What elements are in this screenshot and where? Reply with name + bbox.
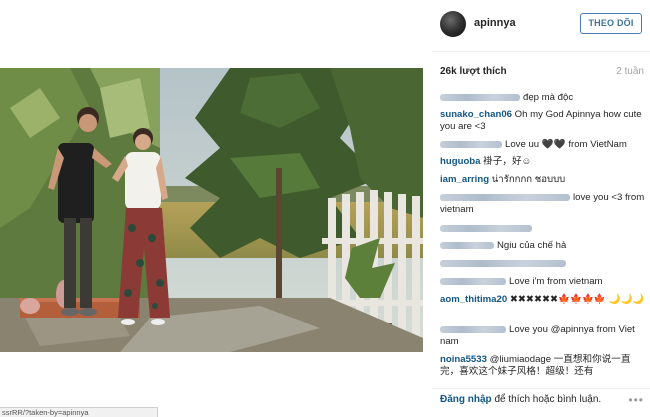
blurred-username[interactable] (440, 241, 494, 249)
post-sidebar: apinnya THEO DÕI 26k lượt thích 2 tuần đ… (432, 0, 650, 417)
comment-footer: Đăng nhập để thích hoặc bình luận. ••• (432, 388, 650, 417)
comment-user[interactable]: huguoba (440, 156, 481, 167)
blurred-username[interactable] (440, 277, 506, 285)
post-header: apinnya THEO DÕI (432, 0, 650, 52)
comment-user[interactable]: iam_arring (440, 174, 489, 185)
blurred-username[interactable] (440, 193, 570, 201)
comment-text: đẹp mà độc (523, 92, 574, 103)
follow-button[interactable]: THEO DÕI (580, 13, 642, 34)
browser-status-url: ssrRR/?taken-by=apinnya (0, 407, 158, 417)
comment-item (440, 258, 646, 270)
comment-text: Love i'm from vietnam (509, 276, 603, 287)
comment-user[interactable]: aom_thitima20 (440, 294, 507, 305)
login-prompt: Đăng nhập để thích hoặc bình luận. (432, 394, 601, 405)
post-meta: 26k lượt thích 2 tuần (440, 66, 644, 82)
login-link[interactable]: Đăng nhập (440, 394, 492, 405)
comment-item: love you <3 from vietnam (440, 192, 646, 216)
login-prompt-text: để thích hoặc bình luận. (491, 394, 602, 405)
blurred-username[interactable] (440, 325, 506, 333)
comment-item: aom_thitima20 ✖✖✖✖✖✖🍁🍁🍁🍁 🌙🌙🌙 (440, 294, 646, 306)
username[interactable]: apinnya (474, 17, 516, 29)
comment-item: sunako_chan06 Oh my God Apinnya how cute… (440, 109, 646, 133)
blurred-username[interactable] (440, 140, 502, 148)
comment-user[interactable]: sunako_chan06 (440, 109, 512, 120)
blurred-username[interactable] (440, 259, 566, 267)
comment-item: đẹp mà độc (440, 92, 646, 104)
avatar[interactable] (440, 11, 466, 37)
comment-text: ✖✖✖✖✖✖🍁🍁🍁🍁 🌙🌙🌙 (509, 294, 645, 305)
comment-item: Love i'm from vietnam (440, 276, 646, 288)
comment-text: น่ารักกกก ชอบบบ (491, 174, 566, 185)
comment-user[interactable]: noina5533 (440, 354, 487, 365)
comment-item: Ngiu của chế hả (440, 240, 646, 252)
post-time[interactable]: 2 tuần (616, 66, 644, 77)
comment-item: noina5533 @liumiaodage 一直想和你说一直完，喜欢这个妹子风… (440, 354, 646, 378)
comment-item: Love uu 🖤🖤 from VietNam (440, 139, 646, 151)
comment-item (440, 223, 646, 235)
post-photo-image (0, 68, 423, 352)
more-options-icon[interactable]: ••• (628, 393, 644, 407)
comment-text: 褂子，好☺ (483, 156, 532, 167)
comment-text: Ngiu của chế hả (497, 240, 567, 251)
blurred-username[interactable] (440, 93, 520, 101)
comment-text: Love uu 🖤🖤 from VietNam (505, 139, 627, 150)
blurred-username[interactable] (440, 224, 532, 232)
comment-item: Love you @apinnya from Viet nam (440, 324, 646, 348)
comment-item: iam_arring น่ารักกกก ชอบบบ (440, 174, 646, 186)
comment-item: huguoba 褂子，好☺ (440, 156, 646, 168)
post-photo[interactable] (0, 68, 423, 352)
likes-count[interactable]: 26k lượt thích (440, 66, 507, 77)
